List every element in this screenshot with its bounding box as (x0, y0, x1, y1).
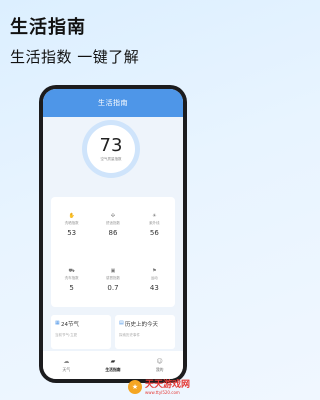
index-value: 56 (149, 228, 159, 237)
watermark-url: www.ttyl520.com (145, 389, 180, 395)
index-value: 43 (149, 283, 159, 292)
feature-cards: ▦ 24节气 当前节气:立夏 ▤ 历史上的今天 探索历史事件 (51, 315, 175, 349)
card-subtitle: 探索历史事件 (119, 333, 140, 337)
cloud-icon: ☁ (63, 357, 70, 365)
user-icon: ☺ (156, 357, 163, 365)
tab-label: 我的 (155, 366, 164, 372)
solar-terms-card[interactable]: ▦ 24节气 当前节气:立夏 (51, 315, 111, 349)
tab-mine[interactable]: ☺ 我的 (140, 358, 180, 373)
card-title: 历史上的今天 (125, 322, 159, 328)
tab-label: 生活指南 (105, 366, 121, 372)
index-label: 洗晒指数 (64, 220, 79, 225)
history-today-card[interactable]: ▤ 历史上的今天 探索历史事件 (115, 315, 175, 349)
bottom-tabbar: ☁ 天气 ▰ 生活指南 ☺ 我的 (43, 351, 183, 379)
index-value: 53 (67, 228, 77, 237)
aqi-label: 空气质量指数 (100, 156, 122, 161)
app-topbar-title: 生活指南 (98, 99, 128, 107)
card-subtitle: 当前节气:立夏 (55, 333, 78, 337)
watermark-name: 天天游戏网 (145, 379, 191, 390)
guide-icon: ▰ (110, 357, 116, 365)
phone-screen: 生活指南 73 空气质量指数 ✋ 洗晒指数 53 ✣ 舒适指数 86 ☀ 紫外线… (43, 89, 183, 379)
uv-icon: ☀ (152, 212, 157, 219)
car-icon: ⛟ (68, 267, 75, 274)
index-label: 紫外线 (149, 220, 160, 225)
aqi-gauge[interactable]: 73 空气质量指数 (87, 125, 135, 173)
index-cell-carwash[interactable]: ⛟ 洗车指数 5 (51, 252, 92, 307)
book-icon: ▤ (119, 320, 124, 326)
tab-life-guide[interactable]: ▰ 生活指南 (93, 358, 133, 373)
cold-icon: ▣ (110, 267, 116, 274)
index-cell-comfort[interactable]: ✣ 舒适指数 86 (92, 197, 133, 252)
tab-weather[interactable]: ☁ 天气 (46, 358, 86, 373)
tab-label: 天气 (62, 366, 71, 372)
calendar-icon: ▦ (55, 320, 60, 326)
index-value: 5 (69, 283, 74, 292)
hand-icon: ✋ (68, 212, 75, 219)
page-subtitle: 生活指数 一键了解 (10, 48, 140, 66)
index-cell-laundry[interactable]: ✋ 洗晒指数 53 (51, 197, 92, 252)
sport-icon: ⚑ (152, 267, 157, 274)
fan-icon: ✣ (110, 212, 116, 219)
index-label: 舒适指数 (105, 220, 120, 225)
watermark-logo-icon: ★ (128, 380, 142, 394)
life-index-grid: ✋ 洗晒指数 53 ✣ 舒适指数 86 ☀ 紫外线 56 ⛟ 洗车指数 5 ▣ (51, 197, 175, 307)
index-cell-uv[interactable]: ☀ 紫外线 56 (134, 197, 175, 252)
card-title: 24节气 (61, 322, 79, 328)
phone-frame: 生活指南 73 空气质量指数 ✋ 洗晒指数 53 ✣ 舒适指数 86 ☀ 紫外线… (39, 85, 187, 383)
index-cell-cold[interactable]: ▣ 感冒指数 0.7 (92, 252, 133, 307)
index-label: 感冒指数 (105, 275, 120, 280)
index-value: 0.7 (107, 283, 119, 292)
index-label: 运动 (150, 275, 158, 280)
index-value: 86 (108, 228, 118, 237)
aqi-value: 73 (99, 134, 123, 156)
page-title: 生活指南 (10, 17, 86, 38)
watermark: ★ 天天游戏网 www.ttyl520.com (128, 376, 223, 398)
index-label: 洗车指数 (64, 275, 79, 280)
app-topbar: 生活指南 (43, 89, 183, 117)
index-cell-sport[interactable]: ⚑ 运动 43 (134, 252, 175, 307)
